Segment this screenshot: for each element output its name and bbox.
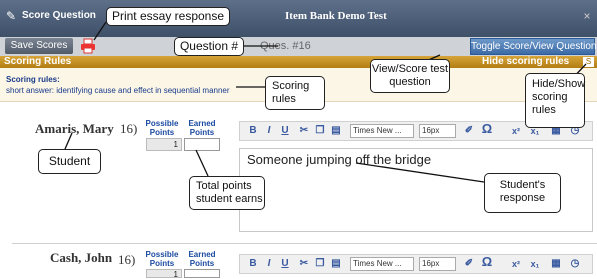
callout-total-points: Total points student earns xyxy=(189,176,265,210)
callout-question: Question # xyxy=(174,37,244,56)
eraser-icon[interactable]: ✐ xyxy=(462,257,476,271)
student-name: Cash, John xyxy=(50,250,113,265)
italic-button[interactable]: I xyxy=(262,257,276,271)
earned-points-input[interactable] xyxy=(184,138,220,151)
pen-icon: ✎ xyxy=(6,9,17,23)
print-icon[interactable] xyxy=(80,38,96,54)
font-size-select[interactable]: 16px xyxy=(419,124,456,138)
student-response-text: Someone jumping off the bridge xyxy=(247,152,432,167)
possible-points-value: 1 xyxy=(146,269,182,279)
callout-scoring-rules: Scoring rules xyxy=(265,76,325,110)
student-name: Amaris, Mary xyxy=(35,121,114,136)
callout-view-score: View/Score test question xyxy=(370,59,450,93)
superscript-button[interactable]: x² xyxy=(508,257,524,271)
callout-hide-show: Hide/Show scoring rules xyxy=(525,73,585,128)
possible-points-header: Possible Points xyxy=(145,250,179,268)
toggle-score-view-button[interactable]: Toggle Score/View Question xyxy=(470,38,596,55)
clock-icon[interactable]: ◷ xyxy=(568,257,582,271)
paste-icon[interactable]: ▤ xyxy=(329,124,343,138)
possible-points-header: Possible Points xyxy=(145,119,179,137)
scoring-rules-heading: Scoring rules: xyxy=(6,75,60,84)
question-label: 16) xyxy=(118,252,136,267)
superscript-button[interactable]: x² xyxy=(508,124,524,138)
cut-icon[interactable]: ✂ xyxy=(297,257,311,271)
bold-button[interactable]: B xyxy=(246,257,260,271)
question-number: Ques. #16 xyxy=(260,40,311,52)
eraser-icon[interactable]: ✐ xyxy=(462,124,476,138)
callout-print: Print essay response xyxy=(106,7,230,26)
scoring-rules-label: Scoring Rules xyxy=(4,56,72,67)
hide-rules-icon[interactable]: S xyxy=(583,57,594,67)
row-divider xyxy=(12,243,597,244)
italic-button[interactable]: I xyxy=(262,124,276,138)
callout-student: Student xyxy=(38,149,101,174)
test-name: Item Bank Demo Test xyxy=(285,10,387,22)
special-characters-button[interactable]: Ω xyxy=(479,255,495,271)
underline-button[interactable]: U xyxy=(278,124,292,138)
earned-points-header: Earned Points xyxy=(188,250,216,268)
font-family-select[interactable]: Times New ... xyxy=(350,124,414,138)
special-characters-button[interactable]: Ω xyxy=(479,122,495,138)
window-title: Score Question xyxy=(22,10,96,21)
subscript-button[interactable]: x₁ xyxy=(527,257,543,271)
hide-scoring-rules-link[interactable]: Hide scoring rules xyxy=(482,56,569,68)
copy-icon[interactable]: ❐ xyxy=(313,257,327,271)
earned-points-header: Earned Points xyxy=(188,119,216,137)
copy-icon[interactable]: ❐ xyxy=(313,124,327,138)
question-label: 16) xyxy=(120,121,138,136)
underline-button[interactable]: U xyxy=(278,257,292,271)
earned-points-input[interactable] xyxy=(184,269,220,278)
font-size-select[interactable]: 16px xyxy=(419,257,456,271)
bold-button[interactable]: B xyxy=(246,124,260,138)
scoring-rules-text: short answer: identifying cause and effe… xyxy=(6,86,230,95)
table-icon[interactable]: ▦ xyxy=(549,257,563,271)
paste-icon[interactable]: ▤ xyxy=(329,257,343,271)
save-scores-button[interactable]: Save Scores xyxy=(5,38,73,54)
font-family-select[interactable]: Times New ... xyxy=(350,257,414,271)
close-icon[interactable]: × xyxy=(580,9,594,23)
cut-icon[interactable]: ✂ xyxy=(297,124,311,138)
callout-response: Student's response xyxy=(484,173,561,213)
possible-points-value: 1 xyxy=(146,138,182,151)
